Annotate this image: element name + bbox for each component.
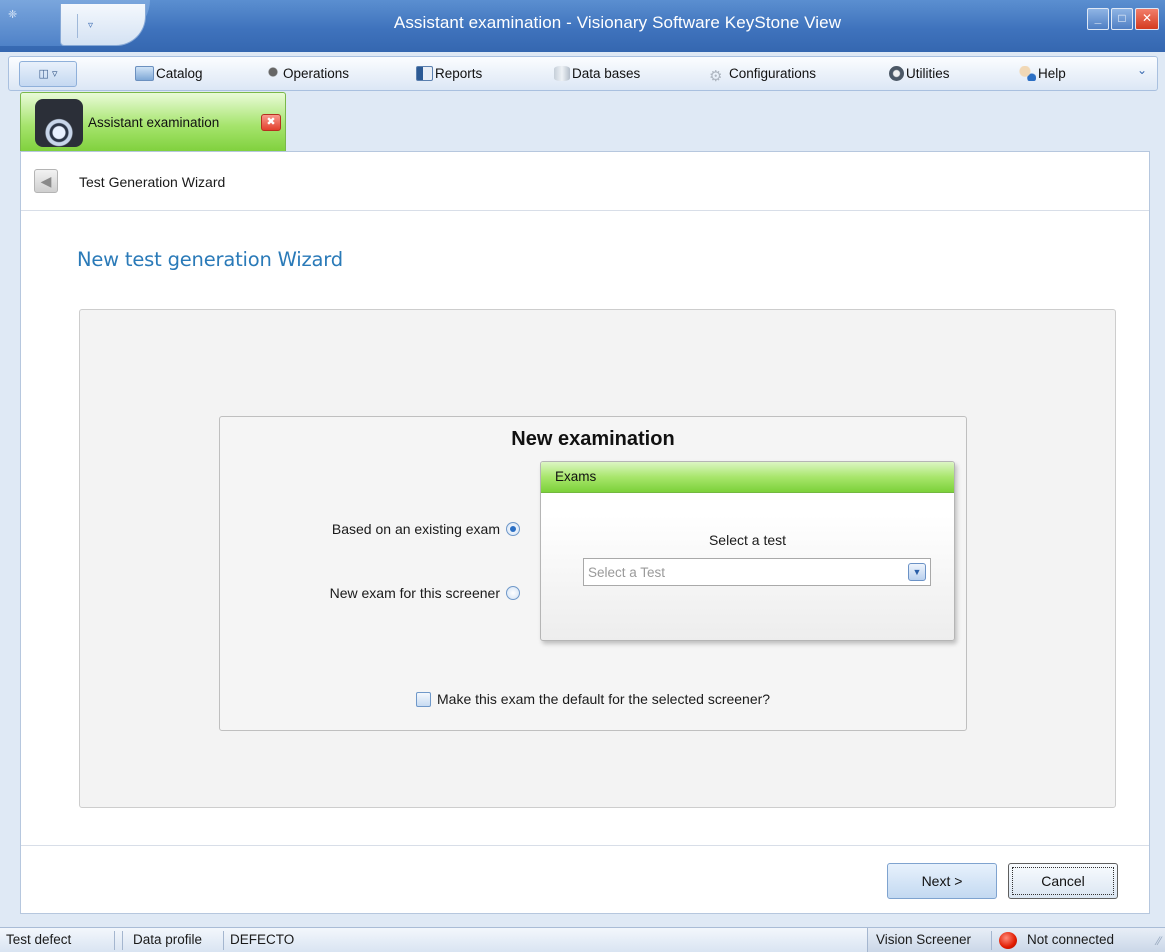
- arrow-left-icon: ◀: [40, 173, 52, 189]
- menu-item-databases[interactable]: Data bases: [554, 61, 640, 87]
- radio-existing-exam[interactable]: [506, 522, 520, 536]
- select-placeholder: Select a Test: [588, 565, 666, 580]
- ribbon-collapse-chevron-icon[interactable]: ⌄: [1137, 63, 1147, 77]
- footer-divider: [21, 845, 1149, 846]
- menu-item-label: Configurations: [729, 66, 817, 81]
- exams-panel-header: Exams: [541, 462, 954, 493]
- status-mode: Test defect: [6, 932, 72, 947]
- menu-item-label: Help: [1038, 66, 1066, 81]
- menu-item-configurations[interactable]: ⚙ Configurations: [709, 61, 816, 87]
- default-exam-checkbox[interactable]: [416, 691, 431, 707]
- wizard-content-area: New examination Based on an existing exa…: [79, 309, 1116, 808]
- menu-item-label: Catalog: [156, 66, 203, 81]
- quick-access-dropdown-button[interactable]: ▿: [77, 14, 103, 38]
- chevron-down-icon[interactable]: ▼: [908, 563, 926, 581]
- test-select-dropdown[interactable]: Select a Test ▼: [583, 558, 931, 586]
- section-title: New examination: [511, 428, 675, 450]
- radio-new-exam[interactable]: [506, 586, 520, 600]
- quick-access-toolbar: ▿: [60, 4, 146, 46]
- status-profile-label: Data profile: [133, 932, 203, 947]
- menu-bar: ◫ ▿ Catalog Operations Reports Data base…: [8, 56, 1158, 91]
- cancel-button[interactable]: Cancel: [1008, 863, 1118, 899]
- exams-panel: Exams Select a test Select a Test ▼: [540, 461, 955, 641]
- menu-item-label: Reports: [435, 66, 483, 81]
- default-exam-option[interactable]: Make this exam the default for the selec…: [416, 691, 770, 707]
- panel-toggle-button[interactable]: ◫ ▿: [19, 61, 77, 87]
- status-separator: [122, 931, 123, 950]
- eye-icon: [35, 99, 83, 147]
- menu-item-catalog[interactable]: Catalog: [135, 61, 203, 87]
- title-bar: ❈ ▿ Assistant examination - Visionary So…: [0, 0, 1165, 52]
- menu-item-label: Data bases: [572, 66, 641, 81]
- quick-access-area: ❈ ▿: [0, 0, 150, 46]
- menu-item-help[interactable]: Help: [1019, 61, 1066, 87]
- next-button[interactable]: Next >: [887, 863, 997, 899]
- radio-option-new[interactable]: New exam for this screener: [330, 585, 520, 601]
- app-logo-icon: ❈: [8, 9, 18, 21]
- status-profile-value: DEFECTO: [230, 932, 295, 947]
- radio-label: Based on an existing exam: [331, 521, 500, 537]
- window-title: Assistant examination - Visionary Softwa…: [393, 13, 842, 32]
- tab-assistant-examination[interactable]: Assistant examination ✖: [20, 92, 286, 152]
- chevron-down-icon: ▿: [51, 68, 58, 80]
- menu-item-utilities[interactable]: Utilities: [889, 61, 950, 87]
- status-separator: [991, 931, 992, 950]
- radio-label: New exam for this screener: [329, 585, 500, 601]
- utilities-icon: [889, 66, 904, 81]
- navigation-strip: ◀ Test Generation Wizard: [21, 152, 1149, 211]
- catalog-icon: [135, 66, 154, 81]
- select-test-label: Select a test: [708, 532, 787, 548]
- page-title: New test generation Wizard: [77, 248, 343, 271]
- maximize-button[interactable]: □: [1111, 8, 1133, 30]
- database-icon: [554, 66, 570, 81]
- checkbox-label: Make this exam the default for the selec…: [437, 691, 771, 707]
- menu-item-label: Operations: [283, 66, 350, 81]
- close-button[interactable]: ✕: [1135, 8, 1159, 30]
- panel-icon: ◫: [38, 68, 49, 80]
- window-controls: _ □ ✕: [1087, 8, 1159, 30]
- minimize-button[interactable]: _: [1087, 8, 1109, 30]
- operations-icon: [265, 66, 281, 81]
- gear-icon: ⚙: [709, 68, 723, 85]
- status-separator: [223, 931, 224, 950]
- status-device: Vision Screener: [876, 932, 972, 947]
- help-icon: [1019, 66, 1036, 81]
- status-bar: Test defect Data profile DEFECTO Vision …: [0, 927, 1165, 952]
- radio-option-existing[interactable]: Based on an existing exam: [332, 521, 520, 537]
- connection-status-icon: [999, 932, 1017, 949]
- menu-item-reports[interactable]: Reports: [416, 61, 482, 87]
- status-separator: [114, 931, 115, 950]
- menu-item-operations[interactable]: Operations: [265, 61, 349, 87]
- status-connection: Not connected: [1027, 932, 1115, 947]
- resize-grip-icon[interactable]: ⁄⁄: [1157, 934, 1161, 948]
- wizard-panel: ◀ Test Generation Wizard New test genera…: [20, 151, 1150, 914]
- menu-item-label: Utilities: [906, 66, 950, 81]
- tab-label: Assistant examination: [88, 115, 220, 130]
- cancel-button-label: Cancel: [1012, 867, 1114, 895]
- breadcrumb: Test Generation Wizard: [79, 174, 226, 190]
- new-examination-box: New examination Based on an existing exa…: [219, 416, 967, 731]
- back-button[interactable]: ◀: [34, 169, 58, 193]
- tab-close-button[interactable]: ✖: [261, 114, 281, 131]
- reports-icon: [416, 66, 433, 81]
